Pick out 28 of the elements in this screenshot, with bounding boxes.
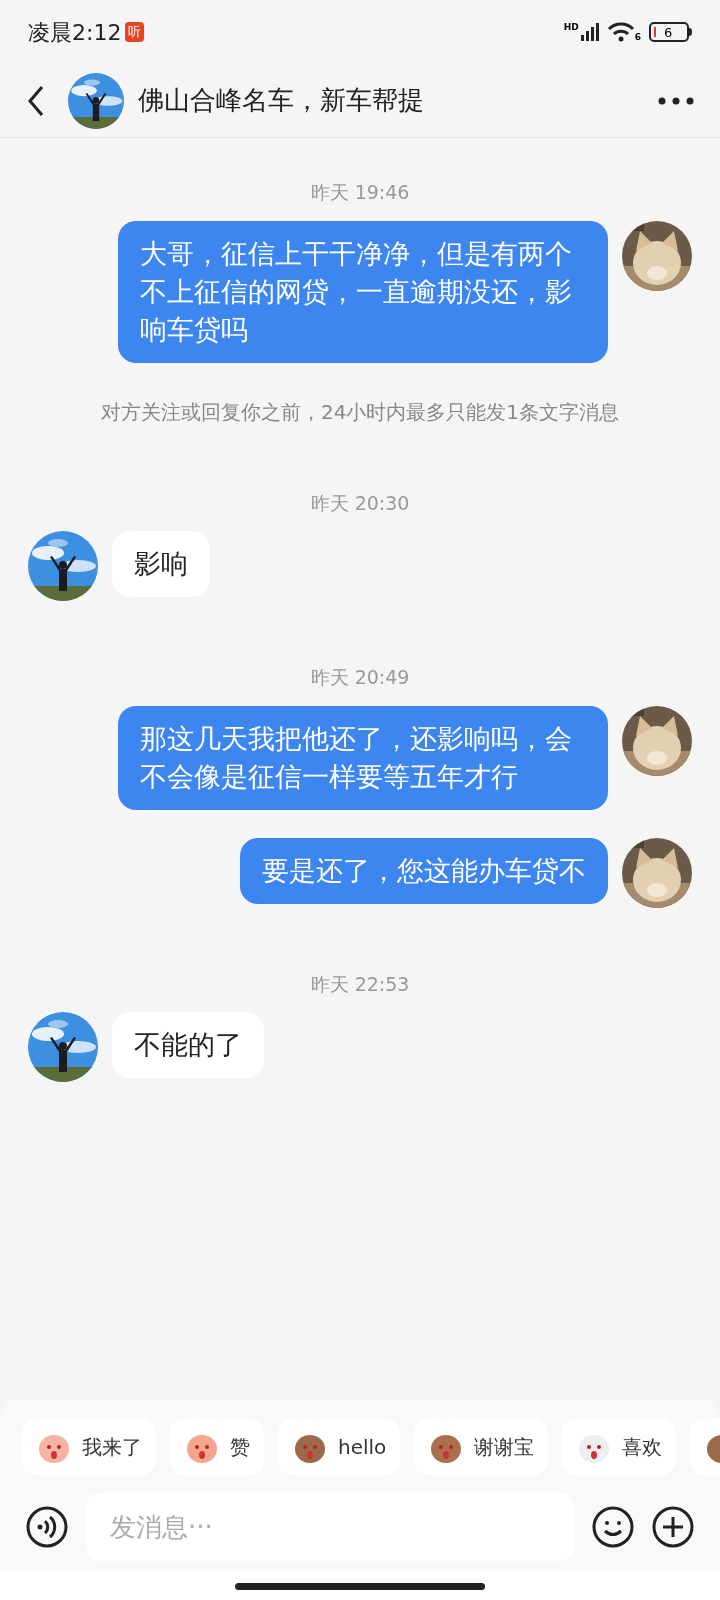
emoji-icon[interactable]: [592, 1506, 634, 1548]
sticker-chip[interactable]: 我来了: [22, 1419, 156, 1475]
timestamp: 昨天 19:46: [309, 180, 411, 205]
network-label: HD: [563, 23, 579, 32]
timestamp: 昨天 20:30: [309, 490, 411, 516]
timestamp: 昨天 20:49: [309, 665, 411, 690]
wifi-label: 6: [634, 33, 641, 42]
clock-time: 凌晨2:12: [28, 18, 122, 47]
message-bubble: 要是还了，您这能办车贷不: [240, 837, 608, 904]
notice-text: 对方关注或回复你之前，24小时内最多只能发1条文字消息: [99, 398, 621, 426]
chat-title: 佛山合峰名车，新车帮提: [138, 84, 425, 117]
more-icon[interactable]: [658, 96, 694, 105]
message-bubble: 不能的了: [112, 1012, 264, 1078]
back-icon[interactable]: [26, 84, 46, 117]
message-bubble: 影响: [112, 531, 210, 597]
message-input[interactable]: 发消息···: [86, 1493, 574, 1561]
message-bubble: 那这几天我把他还了，还影响吗，会不会像是征信一样要等五年才行: [118, 705, 608, 810]
sticker-chip[interactable]: 赞: [170, 1419, 264, 1475]
sticker-chip[interactable]: 谢谢宝: [414, 1419, 549, 1475]
sticker-chip[interactable]: 喜欢: [562, 1419, 677, 1475]
sticker-chip[interactable]: hello: [278, 1419, 401, 1475]
voice-icon[interactable]: [26, 1506, 68, 1548]
wifi-icon: [606, 22, 635, 42]
message-bubble: 大哥，征信上干干净净，但是有两个不上征信的网贷，一直逾期没还，影响车贷吗: [118, 220, 608, 363]
app-badge: 听: [125, 22, 145, 42]
timestamp: 昨天 22:53: [309, 971, 411, 997]
add-icon[interactable]: [652, 1506, 694, 1548]
battery-level: 6: [664, 25, 673, 39]
